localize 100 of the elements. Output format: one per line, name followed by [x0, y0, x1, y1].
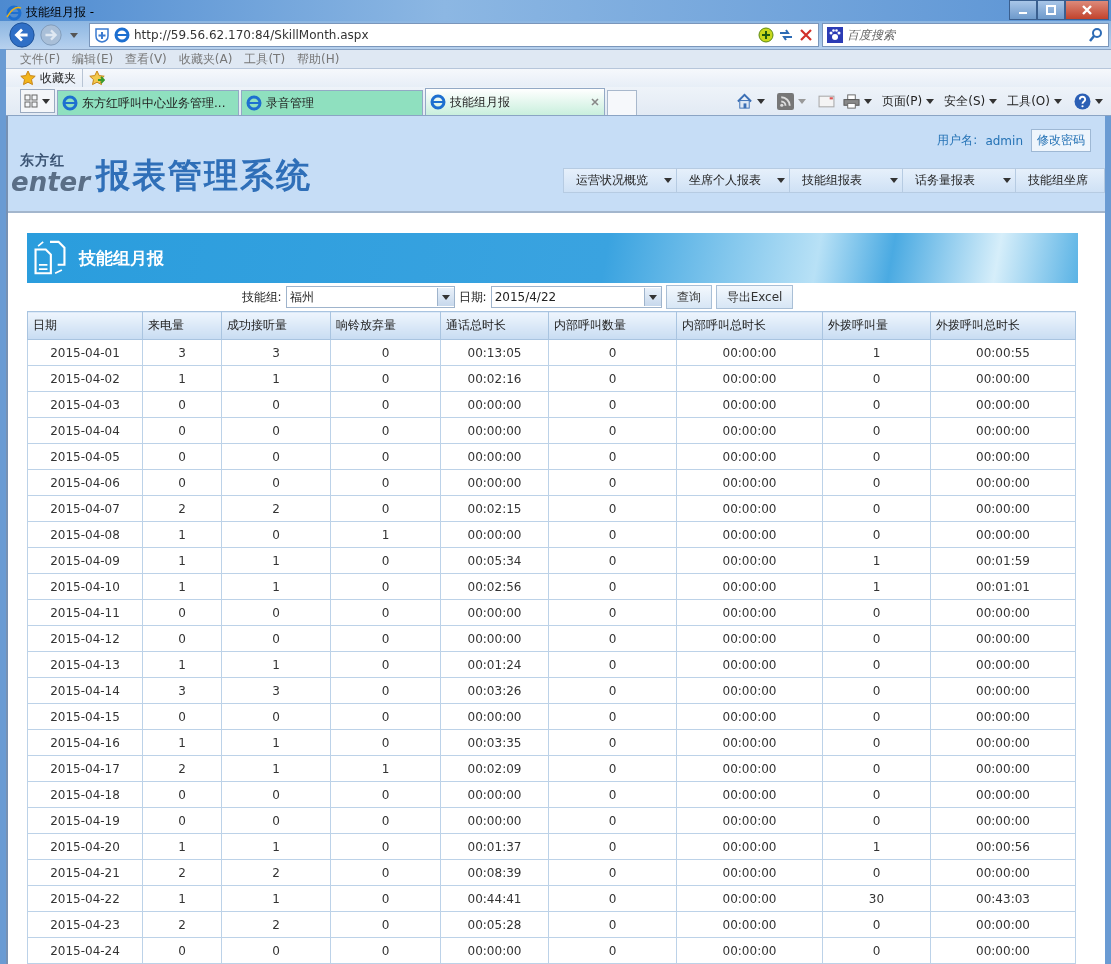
menu-item[interactable]: 收藏夹(A) — [178, 50, 233, 68]
table-cell: 2 — [142, 495, 222, 522]
table-cell: 0 — [822, 599, 931, 626]
printer-icon[interactable] — [842, 92, 860, 110]
table-cell: 00:00:00 — [930, 911, 1076, 938]
search-icon[interactable] — [1088, 27, 1104, 43]
address-field[interactable]: http://59.56.62.170:84/SkillMonth.aspx — [89, 23, 819, 47]
table-cell: 0 — [822, 651, 931, 678]
group-label: 技能组: — [241, 288, 282, 306]
command-menu[interactable]: 安全(S) — [944, 92, 1002, 110]
tab-list-button[interactable] — [20, 89, 55, 113]
table-cell: 0 — [330, 547, 441, 574]
nav-menu-item[interactable]: 话务量报表 — [903, 169, 1016, 192]
menu-item[interactable]: 编辑(E) — [72, 50, 114, 68]
column-header[interactable]: 通话总时长 — [440, 311, 549, 340]
table-cell: 0 — [548, 807, 677, 834]
table-cell: 0 — [330, 599, 441, 626]
table-cell: 1 — [822, 573, 931, 600]
column-header[interactable]: 来电量 — [142, 311, 222, 340]
group-dropdown[interactable]: 福州 — [285, 286, 455, 308]
home-icon[interactable] — [735, 92, 753, 110]
table-cell: 0 — [330, 833, 441, 860]
maximize-icon — [1045, 4, 1057, 16]
search-box[interactable]: 百度搜索 — [822, 23, 1109, 47]
table-cell: 00:00:00 — [676, 807, 823, 834]
command-menu[interactable]: 工具(O) — [1007, 92, 1066, 110]
favorites-button[interactable]: 收藏夹 — [20, 69, 76, 87]
table-cell: 0 — [142, 937, 222, 964]
plus-icon[interactable] — [758, 27, 774, 43]
table-cell: 0 — [822, 729, 931, 756]
table-cell: 00:00:00 — [930, 521, 1076, 548]
nav-menu-item[interactable]: 技能组报表 — [790, 169, 903, 192]
caret-icon[interactable] — [1095, 98, 1103, 104]
menu-item[interactable]: 帮助(H) — [297, 50, 340, 68]
command-menu[interactable]: 页面(P) — [881, 92, 939, 110]
table-cell: 00:00:00 — [930, 469, 1076, 496]
menu-item[interactable]: 文件(F) — [20, 50, 61, 68]
add-favorite-icon[interactable] — [89, 70, 105, 86]
grid-icon — [24, 94, 38, 108]
maximize-button[interactable] — [1037, 0, 1065, 20]
table-cell: 0 — [330, 807, 441, 834]
user-name: admin — [985, 133, 1023, 148]
browser-tab[interactable]: 录音管理 — [241, 90, 423, 115]
column-header[interactable]: 日期 — [27, 311, 143, 340]
column-header[interactable]: 成功接听量 — [221, 311, 331, 340]
table-cell: 00:00:00 — [930, 807, 1076, 834]
nav-menu-item[interactable]: 运营状况概览 — [564, 169, 677, 192]
table-cell: 1 — [330, 521, 441, 548]
table-cell: 2015-04-18 — [27, 781, 143, 808]
close-button[interactable] — [1065, 0, 1109, 20]
help-icon[interactable] — [1074, 92, 1091, 110]
table-cell: 2 — [221, 911, 331, 938]
export-excel-button[interactable]: 导出Excel — [715, 285, 794, 309]
table-cell: 0 — [221, 781, 331, 808]
column-header[interactable]: 内部呼叫总时长 — [676, 311, 823, 340]
back-icon[interactable] — [8, 21, 36, 49]
close-tab-icon[interactable] — [590, 97, 600, 107]
browser-tab[interactable]: 技能组月报 — [425, 88, 605, 115]
minimize-button[interactable] — [1009, 0, 1037, 20]
table-cell: 00:02:09 — [440, 755, 549, 782]
table-cell: 00:01:01 — [930, 573, 1076, 600]
table-cell: 00:00:00 — [440, 443, 549, 470]
column-header[interactable]: 外拨呼叫总时长 — [930, 311, 1076, 340]
table-cell: 2015-04-06 — [27, 469, 143, 496]
table-cell: 0 — [548, 937, 677, 964]
table-cell: 00:00:00 — [440, 599, 549, 626]
caret-icon[interactable] — [863, 98, 872, 104]
caret-icon — [648, 294, 657, 300]
table-cell: 0 — [330, 859, 441, 886]
table-cell: 0 — [822, 937, 931, 964]
nav-menu-item[interactable]: 技能组坐席 — [1016, 169, 1104, 192]
table-cell: 00:00:00 — [440, 625, 549, 652]
table-cell: 0 — [142, 781, 222, 808]
caret-icon — [42, 98, 50, 104]
query-button[interactable]: 查询 — [665, 285, 712, 309]
table-cell: 2 — [142, 859, 222, 886]
column-header[interactable]: 内部呼叫数量 — [548, 311, 677, 340]
table-cell: 0 — [548, 781, 677, 808]
menu-item[interactable]: 工具(T) — [244, 50, 286, 68]
table-cell: 2015-04-21 — [27, 859, 143, 886]
table-cell: 2015-04-12 — [27, 625, 143, 652]
table-cell: 0 — [548, 599, 677, 626]
caret-icon — [989, 98, 998, 104]
change-password-button[interactable]: 修改密码 — [1031, 129, 1091, 152]
table-cell: 2015-04-23 — [27, 911, 143, 938]
table-cell: 0 — [221, 625, 331, 652]
refresh-icon[interactable] — [778, 27, 794, 43]
table-cell: 2015-04-15 — [27, 703, 143, 730]
table-cell: 00:00:00 — [930, 365, 1076, 392]
table-cell: 00:00:00 — [930, 391, 1076, 418]
table-cell: 0 — [822, 807, 931, 834]
browser-tab[interactable]: 东方红呼叫中心业务管理... — [57, 90, 239, 115]
rss-icon[interactable] — [776, 92, 794, 110]
caret-icon[interactable] — [756, 98, 765, 104]
stop-icon[interactable] — [798, 27, 814, 43]
date-dropdown[interactable]: 2015/4/22 — [490, 286, 662, 308]
nav-menu-item[interactable]: 坐席个人报表 — [677, 169, 790, 192]
menu-item[interactable]: 查看(V) — [125, 50, 167, 68]
column-header[interactable]: 响铃放弃量 — [330, 311, 441, 340]
column-header[interactable]: 外拨呼叫量 — [822, 311, 931, 340]
